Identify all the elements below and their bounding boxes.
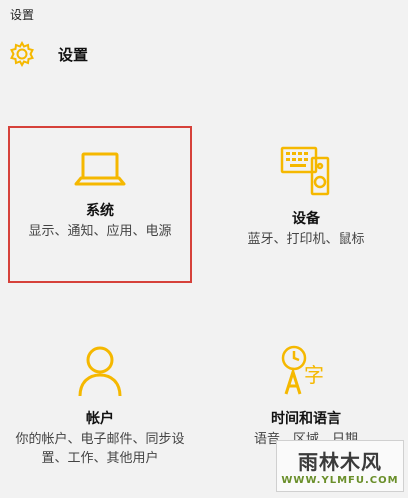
tile-accounts-description: 你的帐户、电子邮件、同步设置、工作、其他用户	[15, 432, 185, 466]
tile-devices[interactable]: 设备 蓝牙、打印机、鼠标	[212, 126, 400, 249]
tile-system-title: 系统	[86, 203, 114, 219]
svg-text:字: 字	[304, 363, 324, 387]
tile-system[interactable]: 系统 显示、通知、应用、电源	[8, 126, 192, 283]
tile-accounts[interactable]: 帐户 你的帐户、电子邮件、同步设置、工作、其他用户	[8, 336, 192, 468]
gear-icon	[10, 40, 34, 68]
tile-devices-title: 设备	[292, 211, 320, 227]
watermark-main: 雨林木风	[298, 450, 382, 474]
tile-devices-description: 蓝牙、打印机、鼠标	[247, 232, 365, 247]
page-header: 设置	[8, 40, 88, 68]
watermark-logo: 雨林木风 WWW.YLMFU.COM	[276, 440, 404, 492]
tile-accounts-title: 帐户	[86, 411, 114, 427]
tile-time-language-title: 时间和语言	[271, 411, 341, 427]
clock-language-icon: 字	[281, 345, 324, 395]
devices-icon	[280, 146, 330, 196]
window-title: 设置	[10, 8, 35, 22]
page-title: 设置	[58, 45, 89, 64]
watermark-sub: WWW.YLMFU.COM	[281, 475, 399, 486]
tile-time-language[interactable]: 字 时间和语言 语音、区域、日期	[212, 336, 400, 449]
person-icon	[78, 346, 122, 397]
laptop-icon	[74, 152, 126, 186]
tile-system-description: 显示、通知、应用、电源	[28, 224, 172, 239]
